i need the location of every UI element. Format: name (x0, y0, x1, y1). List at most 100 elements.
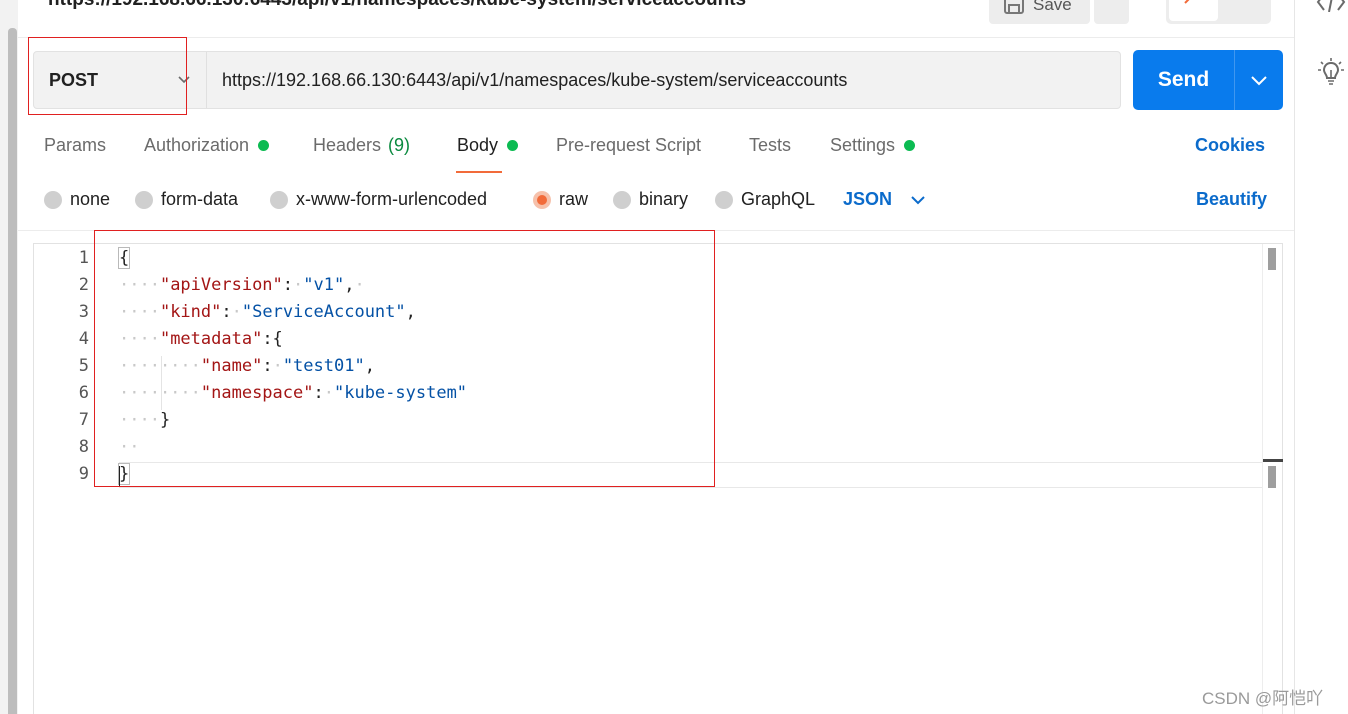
tab-label: Authorization (144, 135, 250, 155)
tab-count: (9) (388, 135, 411, 155)
divider (206, 52, 207, 108)
radio-button[interactable] (135, 190, 153, 209)
line-number: 5 (78, 356, 89, 376)
language-select[interactable]: JSON (843, 189, 926, 210)
radio-button[interactable] (44, 190, 62, 209)
postman-request-view: https://192.168.66.130:6443/api/v1/names… (0, 0, 1348, 714)
line-number: 6 (78, 383, 89, 403)
body-type-raw[interactable]: raw (533, 189, 588, 210)
tab-headers[interactable]: Headers (9) (313, 135, 410, 156)
scrollbar-cursor-marker (1263, 459, 1283, 462)
text-cursor (119, 466, 120, 486)
code-line-9: } (117, 463, 131, 485)
edit-pencil-icon (1184, 0, 1190, 4)
save-dropdown-button[interactable] (1094, 0, 1129, 24)
brace: } (159, 410, 171, 430)
radio-button[interactable] (715, 190, 733, 209)
radio-label: form-data (161, 189, 239, 209)
radio-label: none (70, 189, 111, 209)
tab-label: Pre-request Script (556, 135, 702, 155)
tab-label: Headers (313, 135, 382, 155)
json-key: "metadata" (159, 329, 263, 349)
save-button[interactable]: Save (989, 0, 1090, 24)
line-number: 8 (78, 437, 89, 457)
line-number: 1 (78, 248, 89, 268)
tab-params[interactable]: Params (44, 135, 106, 156)
code-icon[interactable] (1316, 0, 1346, 12)
scrollbar-thumb[interactable] (1268, 466, 1276, 488)
line-number: 4 (78, 329, 89, 349)
body-type-graphql[interactable]: GraphQL (715, 189, 815, 210)
lightbulb-icon[interactable] (1318, 58, 1344, 86)
language-label: JSON (843, 189, 893, 209)
status-dot (507, 140, 519, 151)
right-sidebar (1295, 0, 1348, 714)
watermark: CSDN @阿恺吖 (1202, 689, 1324, 708)
comment-mode-button[interactable] (1222, 0, 1268, 21)
body-type-none[interactable]: none (44, 189, 110, 210)
json-value: "v1" (303, 275, 345, 295)
code-line-1: { (117, 247, 131, 269)
tab-label: Tests (749, 135, 792, 155)
chevron-down-icon (1251, 76, 1267, 86)
divider (18, 37, 1294, 38)
radio-label: raw (559, 189, 589, 209)
code-line-6: ········"namespace":·"kube-system" (119, 383, 468, 403)
request-bar: POST (33, 51, 1121, 109)
tab-pre-request-script[interactable]: Pre-request Script (556, 135, 701, 156)
send-label: Send (1157, 68, 1210, 91)
request-title: https://192.168.66.130:6443/api/v1/names… (48, 0, 746, 11)
line-number: 2 (78, 275, 89, 295)
active-tab-indicator (456, 171, 502, 173)
line-number: 7 (78, 410, 89, 430)
edit-mode-button[interactable] (1169, 0, 1218, 21)
tab-body[interactable]: Body (457, 135, 519, 156)
editor-scrollbar[interactable] (1262, 244, 1283, 714)
body-type-form-data[interactable]: form-data (135, 189, 238, 210)
chevron-down-icon (178, 76, 190, 84)
divider (18, 230, 1294, 231)
body-type-binary[interactable]: binary (613, 189, 688, 210)
status-dot (904, 140, 916, 151)
status-dot (258, 140, 270, 151)
radio-button[interactable] (613, 190, 631, 209)
json-key: "name" (200, 356, 263, 376)
outer-scrollbar[interactable] (0, 0, 18, 714)
save-icon (1004, 0, 1024, 14)
scrollbar-thumb[interactable] (1268, 248, 1276, 270)
cookies-link[interactable]: Cookies (1195, 135, 1265, 156)
json-key: "kind" (159, 302, 222, 322)
brace: } (117, 463, 131, 485)
json-value: "ServiceAccount" (241, 302, 406, 322)
save-label: Save (1033, 0, 1072, 14)
tab-tests[interactable]: Tests (749, 135, 791, 156)
brace: { (117, 247, 131, 269)
body-type-urlencoded[interactable]: x-www-form-urlencoded (270, 189, 487, 210)
line-number: 9 (78, 464, 89, 484)
method-select[interactable]: POST (34, 52, 206, 108)
comment-icon (1222, 0, 1268, 21)
json-value: "kube-system" (333, 383, 468, 403)
radio-label: binary (639, 189, 689, 209)
method-label: POST (49, 69, 99, 90)
send-dropdown-button[interactable] (1235, 50, 1283, 110)
code-line-7: ····} (119, 410, 171, 430)
code-line-4: ····"metadata":{ (119, 329, 283, 349)
tab-settings[interactable]: Settings (830, 135, 916, 156)
url-input[interactable] (222, 52, 1102, 108)
code-line-8: ·· (119, 437, 140, 457)
outer-scrollbar-thumb[interactable] (8, 28, 17, 714)
tab-label: Body (457, 135, 499, 155)
radio-button[interactable] (270, 190, 288, 209)
code-line-3: ····"kind":·"ServiceAccount", (119, 302, 416, 322)
beautify-link[interactable]: Beautify (1196, 189, 1267, 210)
line-number: 3 (78, 302, 89, 322)
tab-label: Params (44, 135, 107, 155)
mode-toggle[interactable] (1166, 0, 1271, 24)
send-button[interactable]: Send (1133, 50, 1283, 110)
tab-authorization[interactable]: Authorization (144, 135, 270, 156)
json-value: "test01" (282, 356, 365, 376)
radio-label: GraphQL (741, 189, 816, 209)
radio-button-selected[interactable] (533, 190, 551, 209)
code-editor[interactable]: 1 2 3 4 5 6 7 8 9 { ····"apiVersion":·"v… (33, 243, 1283, 714)
